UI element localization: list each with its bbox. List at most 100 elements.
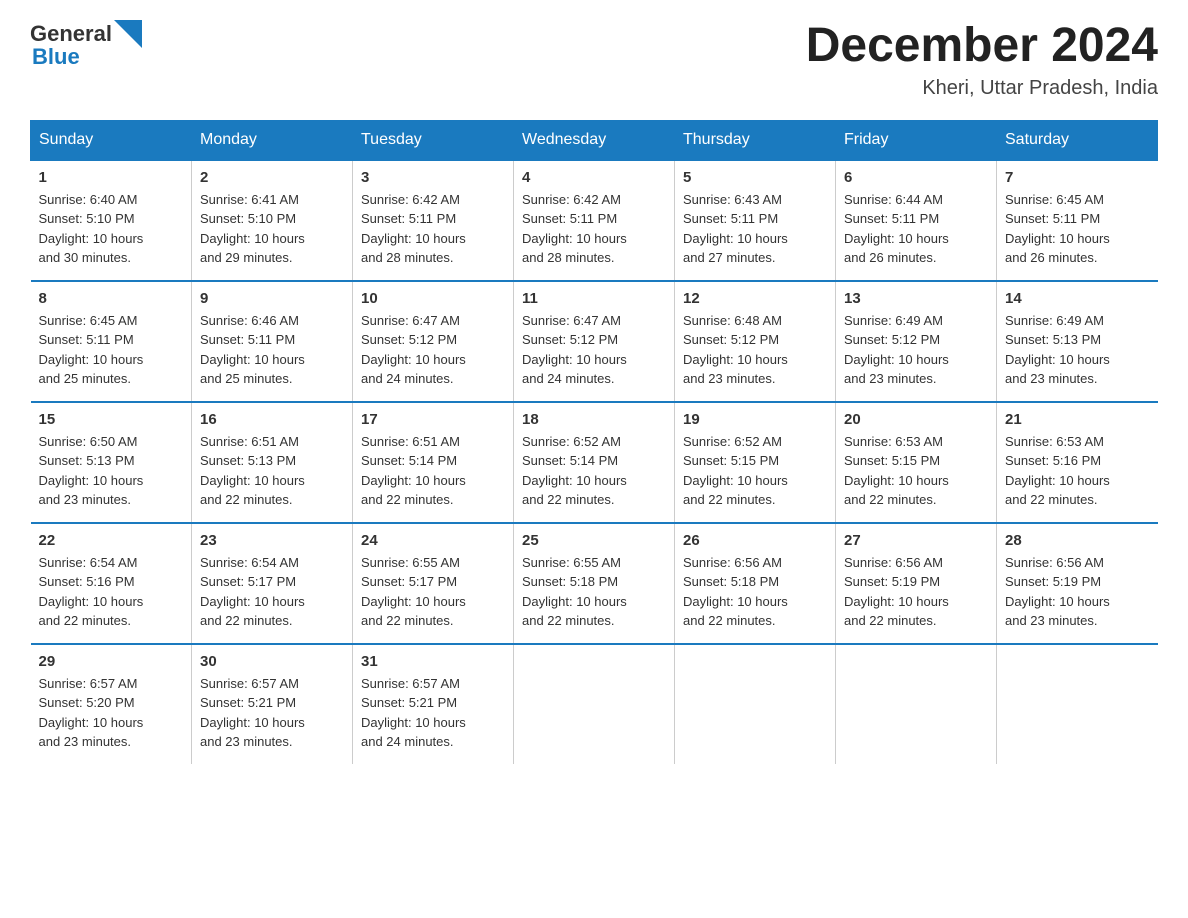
day-info-text: Sunrise: 6:42 AM Sunset: 5:11 PM Dayligh… — [361, 190, 505, 268]
calendar-day-cell: 11 Sunrise: 6:47 AM Sunset: 5:12 PM Dayli… — [514, 281, 675, 402]
day-number: 2 — [200, 169, 344, 186]
day-number: 24 — [361, 532, 505, 549]
calendar-day-cell: 25 Sunrise: 6:55 AM Sunset: 5:18 PM Dayli… — [514, 523, 675, 644]
calendar-day-cell: 6 Sunrise: 6:44 AM Sunset: 5:11 PM Daylig… — [836, 160, 997, 281]
day-info-text: Sunrise: 6:49 AM Sunset: 5:13 PM Dayligh… — [1005, 311, 1150, 389]
calendar-day-cell: 20 Sunrise: 6:53 AM Sunset: 5:15 PM Dayli… — [836, 402, 997, 523]
day-info-text: Sunrise: 6:41 AM Sunset: 5:10 PM Dayligh… — [200, 190, 344, 268]
day-number: 19 — [683, 411, 827, 428]
day-info-text: Sunrise: 6:40 AM Sunset: 5:10 PM Dayligh… — [39, 190, 184, 268]
calendar-day-cell: 9Sunrise: 6:46 AM Sunset: 5:11 PM Daylig… — [192, 281, 353, 402]
calendar-day-cell: 3 Sunrise: 6:42 AM Sunset: 5:11 PM Daylig… — [353, 160, 514, 281]
calendar-day-cell: 22 Sunrise: 6:54 AM Sunset: 5:16 PM Dayli… — [31, 523, 192, 644]
day-info-text: Sunrise: 6:51 AM Sunset: 5:14 PM Dayligh… — [361, 432, 505, 510]
day-info-text: Sunrise: 6:45 AM Sunset: 5:11 PM Dayligh… — [1005, 190, 1150, 268]
calendar-day-cell: 4Sunrise: 6:42 AM Sunset: 5:11 PM Daylig… — [514, 160, 675, 281]
calendar-week-row: 1 Sunrise: 6:40 AM Sunset: 5:10 PM Daylig… — [31, 160, 1158, 281]
calendar-day-cell: 31Sunrise: 6:57 AM Sunset: 5:21 PM Dayli… — [353, 644, 514, 764]
day-of-week-header: Monday — [192, 120, 353, 160]
day-number: 1 — [39, 169, 184, 186]
calendar-day-cell: 16 Sunrise: 6:51 AM Sunset: 5:13 PM Dayli… — [192, 402, 353, 523]
calendar-day-cell: 18 Sunrise: 6:52 AM Sunset: 5:14 PM Dayli… — [514, 402, 675, 523]
calendar-day-cell: 27 Sunrise: 6:56 AM Sunset: 5:19 PM Dayli… — [836, 523, 997, 644]
day-number: 7 — [1005, 169, 1150, 186]
calendar-day-cell: 21 Sunrise: 6:53 AM Sunset: 5:16 PM Dayli… — [997, 402, 1158, 523]
day-number: 15 — [39, 411, 184, 428]
calendar-week-row: 22 Sunrise: 6:54 AM Sunset: 5:16 PM Dayli… — [31, 523, 1158, 644]
calendar-day-cell: 30 Sunrise: 6:57 AM Sunset: 5:21 PM Dayli… — [192, 644, 353, 764]
calendar-day-cell: 5Sunrise: 6:43 AM Sunset: 5:11 PM Daylig… — [675, 160, 836, 281]
day-number: 13 — [844, 290, 988, 307]
day-info-text: Sunrise: 6:49 AM Sunset: 5:12 PM Dayligh… — [844, 311, 988, 389]
day-number: 26 — [683, 532, 827, 549]
day-of-week-header: Friday — [836, 120, 997, 160]
day-number: 21 — [1005, 411, 1150, 428]
day-number: 17 — [361, 411, 505, 428]
logo: General Blue — [30, 20, 144, 70]
day-info-text: Sunrise: 6:57 AM Sunset: 5:21 PM Dayligh… — [361, 674, 505, 752]
day-info-text: Sunrise: 6:47 AM Sunset: 5:12 PM Dayligh… — [361, 311, 505, 389]
day-number: 9 — [200, 290, 344, 307]
day-number: 18 — [522, 411, 666, 428]
day-info-text: Sunrise: 6:47 AM Sunset: 5:12 PM Dayligh… — [522, 311, 666, 389]
day-of-week-header: Thursday — [675, 120, 836, 160]
calendar-day-cell: 28Sunrise: 6:56 AM Sunset: 5:19 PM Dayli… — [997, 523, 1158, 644]
day-number: 3 — [361, 169, 505, 186]
day-number: 5 — [683, 169, 827, 186]
day-number: 6 — [844, 169, 988, 186]
month-year-title: December 2024 — [806, 20, 1158, 73]
logo-blue-text: Blue — [30, 44, 80, 70]
calendar-day-cell — [514, 644, 675, 764]
calendar-day-cell: 15 Sunrise: 6:50 AM Sunset: 5:13 PM Dayli… — [31, 402, 192, 523]
day-number: 12 — [683, 290, 827, 307]
day-info-text: Sunrise: 6:55 AM Sunset: 5:18 PM Dayligh… — [522, 553, 666, 631]
day-info-text: Sunrise: 6:54 AM Sunset: 5:16 PM Dayligh… — [39, 553, 184, 631]
day-of-week-header: Tuesday — [353, 120, 514, 160]
day-info-text: Sunrise: 6:45 AM Sunset: 5:11 PM Dayligh… — [39, 311, 184, 389]
calendar-day-cell: 12 Sunrise: 6:48 AM Sunset: 5:12 PM Dayli… — [675, 281, 836, 402]
location-text: Kheri, Uttar Pradesh, India — [806, 77, 1158, 100]
calendar-week-row: 15 Sunrise: 6:50 AM Sunset: 5:13 PM Dayli… — [31, 402, 1158, 523]
day-info-text: Sunrise: 6:52 AM Sunset: 5:14 PM Dayligh… — [522, 432, 666, 510]
day-info-text: Sunrise: 6:51 AM Sunset: 5:13 PM Dayligh… — [200, 432, 344, 510]
day-info-text: Sunrise: 6:57 AM Sunset: 5:21 PM Dayligh… — [200, 674, 344, 752]
title-block: December 2024 Kheri, Uttar Pradesh, Indi… — [806, 20, 1158, 100]
calendar-day-cell: 29 Sunrise: 6:57 AM Sunset: 5:20 PM Dayli… — [31, 644, 192, 764]
calendar-day-cell: 7 Sunrise: 6:45 AM Sunset: 5:11 PM Daylig… — [997, 160, 1158, 281]
day-info-text: Sunrise: 6:56 AM Sunset: 5:19 PM Dayligh… — [844, 553, 988, 631]
day-of-week-header: Wednesday — [514, 120, 675, 160]
day-info-text: Sunrise: 6:57 AM Sunset: 5:20 PM Dayligh… — [39, 674, 184, 752]
day-info-text: Sunrise: 6:48 AM Sunset: 5:12 PM Dayligh… — [683, 311, 827, 389]
calendar-table: SundayMondayTuesdayWednesdayThursdayFrid… — [30, 120, 1158, 764]
calendar-week-row: 8Sunrise: 6:45 AM Sunset: 5:11 PM Daylig… — [31, 281, 1158, 402]
day-info-text: Sunrise: 6:44 AM Sunset: 5:11 PM Dayligh… — [844, 190, 988, 268]
day-number: 20 — [844, 411, 988, 428]
day-number: 30 — [200, 653, 344, 670]
day-info-text: Sunrise: 6:54 AM Sunset: 5:17 PM Dayligh… — [200, 553, 344, 631]
calendar-day-cell: 23 Sunrise: 6:54 AM Sunset: 5:17 PM Dayli… — [192, 523, 353, 644]
page-header: General Blue December 2024 Kheri, Uttar … — [30, 20, 1158, 100]
day-of-week-header: Saturday — [997, 120, 1158, 160]
calendar-day-cell: 13 Sunrise: 6:49 AM Sunset: 5:12 PM Dayli… — [836, 281, 997, 402]
calendar-day-cell — [675, 644, 836, 764]
day-number: 27 — [844, 532, 988, 549]
day-number: 23 — [200, 532, 344, 549]
day-number: 11 — [522, 290, 666, 307]
day-number: 16 — [200, 411, 344, 428]
calendar-day-cell: 19Sunrise: 6:52 AM Sunset: 5:15 PM Dayli… — [675, 402, 836, 523]
calendar-day-cell: 17 Sunrise: 6:51 AM Sunset: 5:14 PM Dayli… — [353, 402, 514, 523]
day-number: 14 — [1005, 290, 1150, 307]
calendar-day-cell: 1 Sunrise: 6:40 AM Sunset: 5:10 PM Daylig… — [31, 160, 192, 281]
day-number: 22 — [39, 532, 184, 549]
day-number: 25 — [522, 532, 666, 549]
day-number: 29 — [39, 653, 184, 670]
calendar-day-cell: 10 Sunrise: 6:47 AM Sunset: 5:12 PM Dayli… — [353, 281, 514, 402]
day-info-text: Sunrise: 6:53 AM Sunset: 5:16 PM Dayligh… — [1005, 432, 1150, 510]
day-number: 28 — [1005, 532, 1150, 549]
day-number: 10 — [361, 290, 505, 307]
day-info-text: Sunrise: 6:50 AM Sunset: 5:13 PM Dayligh… — [39, 432, 184, 510]
day-info-text: Sunrise: 6:56 AM Sunset: 5:18 PM Dayligh… — [683, 553, 827, 631]
calendar-day-cell — [836, 644, 997, 764]
day-info-text: Sunrise: 6:53 AM Sunset: 5:15 PM Dayligh… — [844, 432, 988, 510]
calendar-header-row: SundayMondayTuesdayWednesdayThursdayFrid… — [31, 120, 1158, 160]
